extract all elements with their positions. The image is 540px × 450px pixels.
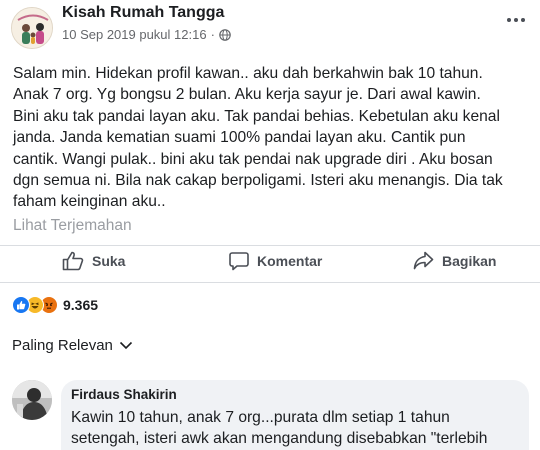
post-date[interactable]: 10 Sep 2019 pukul 12:16 [62, 27, 207, 42]
page-name[interactable]: Kisah Rumah Tangga [62, 4, 224, 22]
post-text-line: janda. Janda kematian suami 100% pandai … [13, 129, 466, 147]
post-body: Salam min. Hidekan profil kawan.. aku da… [13, 63, 533, 213]
post-text-line: cantik. Wangi pulak.. bini aku tak penda… [13, 150, 493, 168]
thumbs-up-icon [62, 251, 84, 271]
comment-text: Kawin 10 tahun, anak 7 org...purata dlm … [71, 407, 519, 450]
reactions-summary[interactable]: 9.365 [12, 296, 98, 314]
post-text-line: Anak 7 org. Yg bongsu 2 bulan. Aku kerja… [13, 86, 481, 104]
post-text-line: faham keinginan aku.. [13, 193, 166, 211]
post-text-line: Salam min. Hidekan profil kawan.. aku da… [13, 65, 483, 82]
page-avatar[interactable] [11, 7, 53, 49]
post-meta: 10 Sep 2019 pukul 12:16 · [62, 27, 231, 42]
commenter-avatar[interactable] [12, 380, 52, 420]
comment-sort-dropdown[interactable]: Paling Relevan [12, 337, 133, 354]
post-header: Kisah Rumah Tangga 10 Sep 2019 pukul 12:… [0, 0, 540, 50]
comment-icon [229, 252, 249, 271]
post-text-line: dgn semua ni. Bila nak cakap berpoligami… [13, 172, 503, 190]
ellipsis-icon [507, 18, 525, 22]
share-label: Bagikan [442, 252, 497, 269]
comment-bubble: Firdaus Shakirin Kawin 10 tahun, anak 7 … [61, 380, 529, 450]
globe-icon [219, 28, 231, 41]
commenter-photo [12, 380, 52, 420]
like-button[interactable]: Suka [62, 251, 125, 271]
share-button[interactable]: Bagikan [413, 251, 496, 270]
like-label: Suka [92, 253, 126, 269]
commenter-name[interactable]: Firdaus Shakirin [71, 387, 519, 402]
post-text-line: Bini aku tak pandai layan aku. Tak panda… [13, 107, 500, 125]
meta-separator: · [210, 27, 215, 42]
family-logo-icon [12, 8, 52, 48]
divider [0, 282, 540, 283]
like-reaction-icon [12, 296, 30, 314]
see-translation-link[interactable]: Lihat Terjemahan [13, 217, 132, 235]
reaction-count: 9.365 [63, 297, 99, 313]
comment-label: Komentar [257, 253, 323, 269]
share-arrow-icon [413, 251, 434, 270]
comment-text-line: setengah, isteri awk akan mengandung dis… [71, 430, 488, 447]
comment-text-line: Kawin 10 tahun, anak 7 org...purata dlm … [71, 409, 450, 426]
more-options-button[interactable] [506, 6, 526, 29]
comment-button[interactable]: Komentar [229, 251, 322, 271]
chevron-down-icon [119, 341, 132, 350]
sort-label: Paling Relevan [12, 337, 113, 354]
action-bar: Suka Komentar Bagikan [0, 246, 540, 280]
